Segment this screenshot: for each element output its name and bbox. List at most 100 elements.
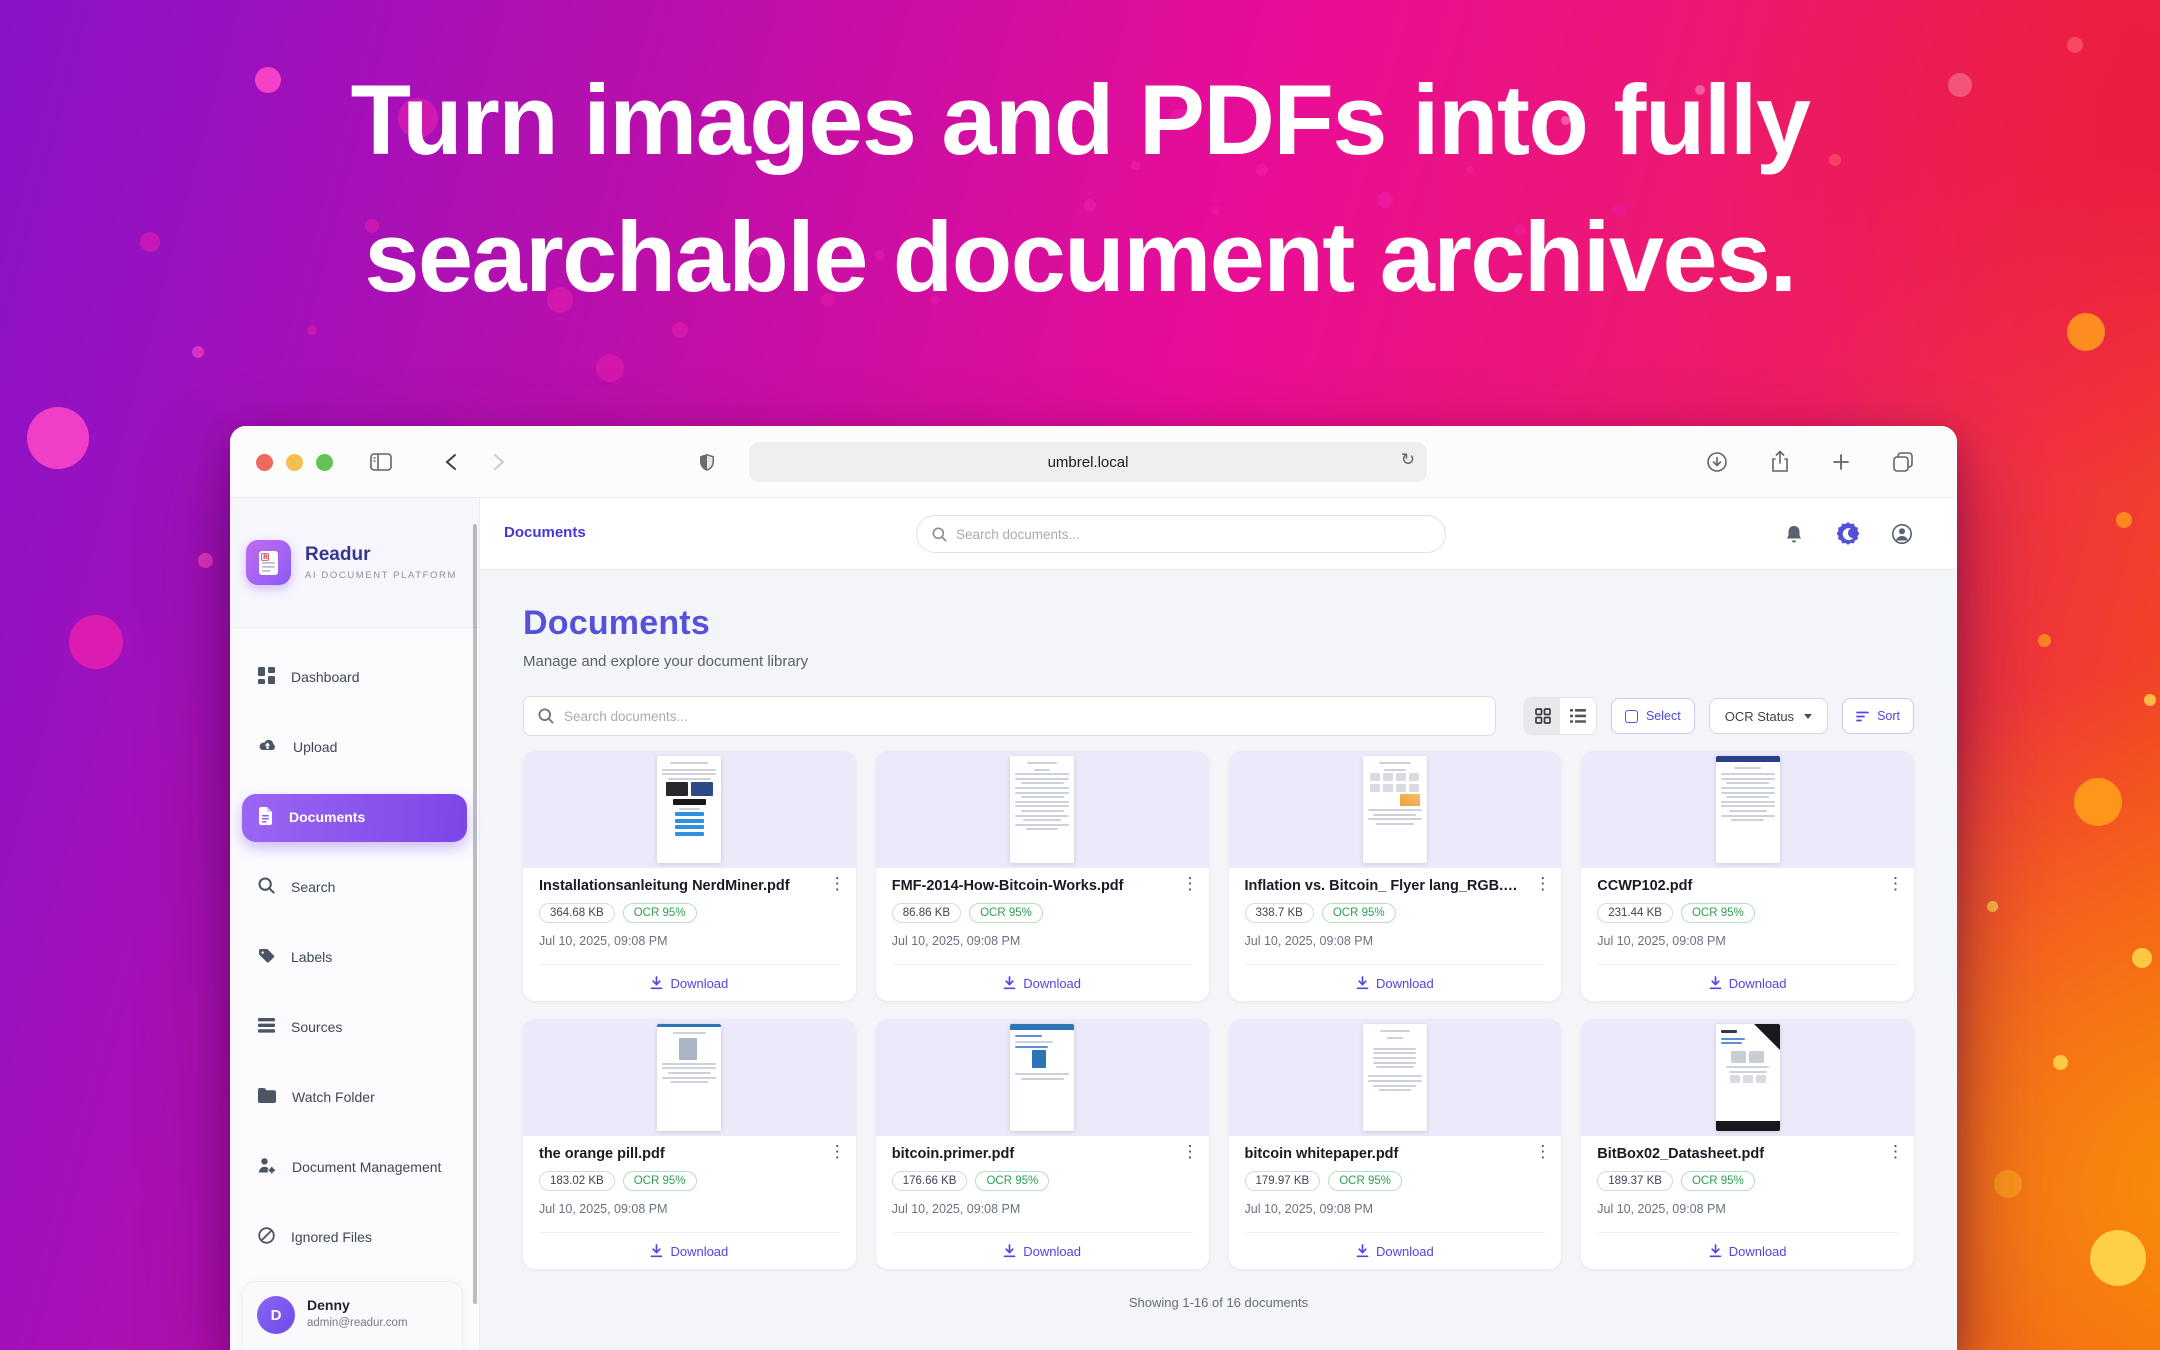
forward-icon[interactable] xyxy=(482,446,516,478)
reload-icon[interactable]: ↻ xyxy=(1401,450,1415,470)
document-thumbnail xyxy=(1229,1019,1562,1136)
sidebar-toggle-icon[interactable] xyxy=(364,446,398,478)
header-search-input[interactable] xyxy=(956,527,1430,542)
download-icon xyxy=(1003,976,1016,990)
document-card[interactable]: CCWP102.pdf⋮231.44 KBOCR 95%Jul 10, 2025… xyxy=(1581,751,1914,1001)
shield-icon[interactable] xyxy=(690,446,724,478)
kebab-menu-icon[interactable]: ⋮ xyxy=(1887,1142,1904,1162)
minimize-window-button[interactable] xyxy=(286,454,303,471)
header-search[interactable] xyxy=(916,515,1446,553)
user-card[interactable]: D Denny admin@readur.com xyxy=(242,1281,463,1350)
documents-search-input[interactable] xyxy=(564,709,1481,724)
file-size-badge: 231.44 KB xyxy=(1597,903,1673,923)
document-card[interactable]: bitcoin whitepaper.pdf⋮179.97 KBOCR 95%J… xyxy=(1229,1019,1562,1269)
share-icon[interactable] xyxy=(1763,446,1797,478)
brand: R Readur AI DOCUMENT PLATFORM xyxy=(230,498,479,628)
maximize-window-button[interactable] xyxy=(316,454,333,471)
downloads-icon[interactable] xyxy=(1700,446,1734,478)
download-icon xyxy=(1356,1244,1369,1258)
sidebar-item-label: Upload xyxy=(293,739,337,757)
profile-icon[interactable] xyxy=(1881,513,1923,555)
url-text: umbrel.local xyxy=(1048,454,1129,471)
download-icon xyxy=(1709,1244,1722,1258)
sidebar-item-watch-folder[interactable]: Watch Folder xyxy=(242,1074,467,1122)
document-thumbnail xyxy=(1229,751,1562,868)
document-card[interactable]: Inflation vs. Bitcoin_ Flyer lang_RGB.pd… xyxy=(1229,751,1562,1001)
sidebar-item-label: Ignored Files xyxy=(291,1229,372,1247)
document-date: Jul 10, 2025, 09:08 PM xyxy=(892,934,1193,948)
ocr-status-badge: OCR 95% xyxy=(975,1171,1049,1191)
sidebar-item-label: Search xyxy=(291,879,335,897)
file-size-badge: 179.97 KB xyxy=(1245,1171,1321,1191)
ocr-status-dropdown[interactable]: OCR Status xyxy=(1709,698,1828,734)
sidebar-item-upload[interactable]: Upload xyxy=(242,724,467,772)
document-date: Jul 10, 2025, 09:08 PM xyxy=(1597,934,1898,948)
list-view-icon[interactable] xyxy=(1560,698,1596,734)
kebab-menu-icon[interactable]: ⋮ xyxy=(1887,874,1904,894)
document-card[interactable]: BitBox02_Datasheet.pdf⋮189.37 KBOCR 95%J… xyxy=(1581,1019,1914,1269)
breadcrumb[interactable]: Documents xyxy=(504,524,586,541)
file-size-badge: 183.02 KB xyxy=(539,1171,615,1191)
download-button[interactable]: Download xyxy=(1597,964,1898,1001)
url-field[interactable]: umbrel.local ↻ xyxy=(749,442,1427,482)
documents-search[interactable] xyxy=(523,696,1496,736)
watch-folder-icon xyxy=(258,1088,276,1108)
back-icon[interactable] xyxy=(434,446,468,478)
sort-button[interactable]: Sort xyxy=(1842,698,1914,734)
sidebar-item-label: Labels xyxy=(291,949,332,967)
view-toggle xyxy=(1524,697,1597,735)
select-button[interactable]: Select xyxy=(1611,698,1695,734)
page-subtitle: Manage and explore your document library xyxy=(523,653,1914,670)
document-thumbnail xyxy=(1581,751,1914,868)
kebab-menu-icon[interactable]: ⋮ xyxy=(1182,874,1199,894)
bell-icon[interactable] xyxy=(1773,513,1815,555)
document-card[interactable]: bitcoin.primer.pdf⋮176.66 KBOCR 95%Jul 1… xyxy=(876,1019,1209,1269)
new-tab-icon[interactable] xyxy=(1824,446,1858,478)
document-name: CCWP102.pdf xyxy=(1597,878,1898,894)
labels-icon xyxy=(258,948,275,968)
download-button[interactable]: Download xyxy=(1597,1232,1898,1269)
document-name: the orange pill.pdf xyxy=(539,1146,840,1162)
page-title: Documents xyxy=(523,604,1914,643)
download-button[interactable]: Download xyxy=(1245,1232,1546,1269)
download-button[interactable]: Download xyxy=(539,1232,840,1269)
download-button[interactable]: Download xyxy=(1245,964,1546,1001)
browser-window: umbrel.local ↻ R xyxy=(230,426,1957,1350)
sidebar-item-documents[interactable]: Documents xyxy=(242,794,467,842)
ocr-status-badge: OCR 95% xyxy=(1681,1171,1755,1191)
sidebar-item-dashboard[interactable]: Dashboard xyxy=(242,654,467,702)
download-button[interactable]: Download xyxy=(892,1232,1193,1269)
document-name: BitBox02_Datasheet.pdf xyxy=(1597,1146,1898,1162)
kebab-menu-icon[interactable]: ⋮ xyxy=(829,1142,846,1162)
documents-grid: Installationsanleitung NerdMiner.pdf⋮364… xyxy=(523,751,1914,1269)
kebab-menu-icon[interactable]: ⋮ xyxy=(1182,1142,1199,1162)
download-button[interactable]: Download xyxy=(892,964,1193,1001)
document-card[interactable]: Installationsanleitung NerdMiner.pdf⋮364… xyxy=(523,751,856,1001)
sidebar-item-ignored-files[interactable]: Ignored Files xyxy=(242,1214,467,1262)
close-window-button[interactable] xyxy=(256,454,273,471)
download-button[interactable]: Download xyxy=(539,964,840,1001)
sidebar-scrollbar[interactable] xyxy=(473,524,477,1304)
sidebar-item-document-management[interactable]: Document Management xyxy=(242,1144,467,1192)
sidebar-item-sources[interactable]: Sources xyxy=(242,1004,467,1052)
ocr-status-badge: OCR 95% xyxy=(1322,903,1396,923)
sidebar-item-labels[interactable]: Labels xyxy=(242,934,467,982)
kebab-menu-icon[interactable]: ⋮ xyxy=(1534,874,1551,894)
sidebar-item-search[interactable]: Search xyxy=(242,864,467,912)
sidebar-item-label: Dashboard xyxy=(291,669,360,687)
document-management-icon xyxy=(258,1157,276,1179)
ocr-status-badge: OCR 95% xyxy=(623,1171,697,1191)
checkbox-icon xyxy=(1625,710,1638,723)
search-icon xyxy=(258,877,275,899)
app-header: Documents xyxy=(480,498,1957,570)
document-card[interactable]: FMF-2014-How-Bitcoin-Works.pdf⋮86.86 KBO… xyxy=(876,751,1209,1001)
kebab-menu-icon[interactable]: ⋮ xyxy=(829,874,846,894)
grid-view-icon[interactable] xyxy=(1525,698,1561,734)
tabs-icon[interactable] xyxy=(1886,446,1920,478)
kebab-menu-icon[interactable]: ⋮ xyxy=(1534,1142,1551,1162)
document-date: Jul 10, 2025, 09:08 PM xyxy=(1245,934,1546,948)
document-name: Installationsanleitung NerdMiner.pdf xyxy=(539,878,840,894)
theme-toggle-icon[interactable] xyxy=(1827,513,1869,555)
file-size-badge: 338.7 KB xyxy=(1245,903,1314,923)
document-card[interactable]: the orange pill.pdf⋮183.02 KBOCR 95%Jul … xyxy=(523,1019,856,1269)
